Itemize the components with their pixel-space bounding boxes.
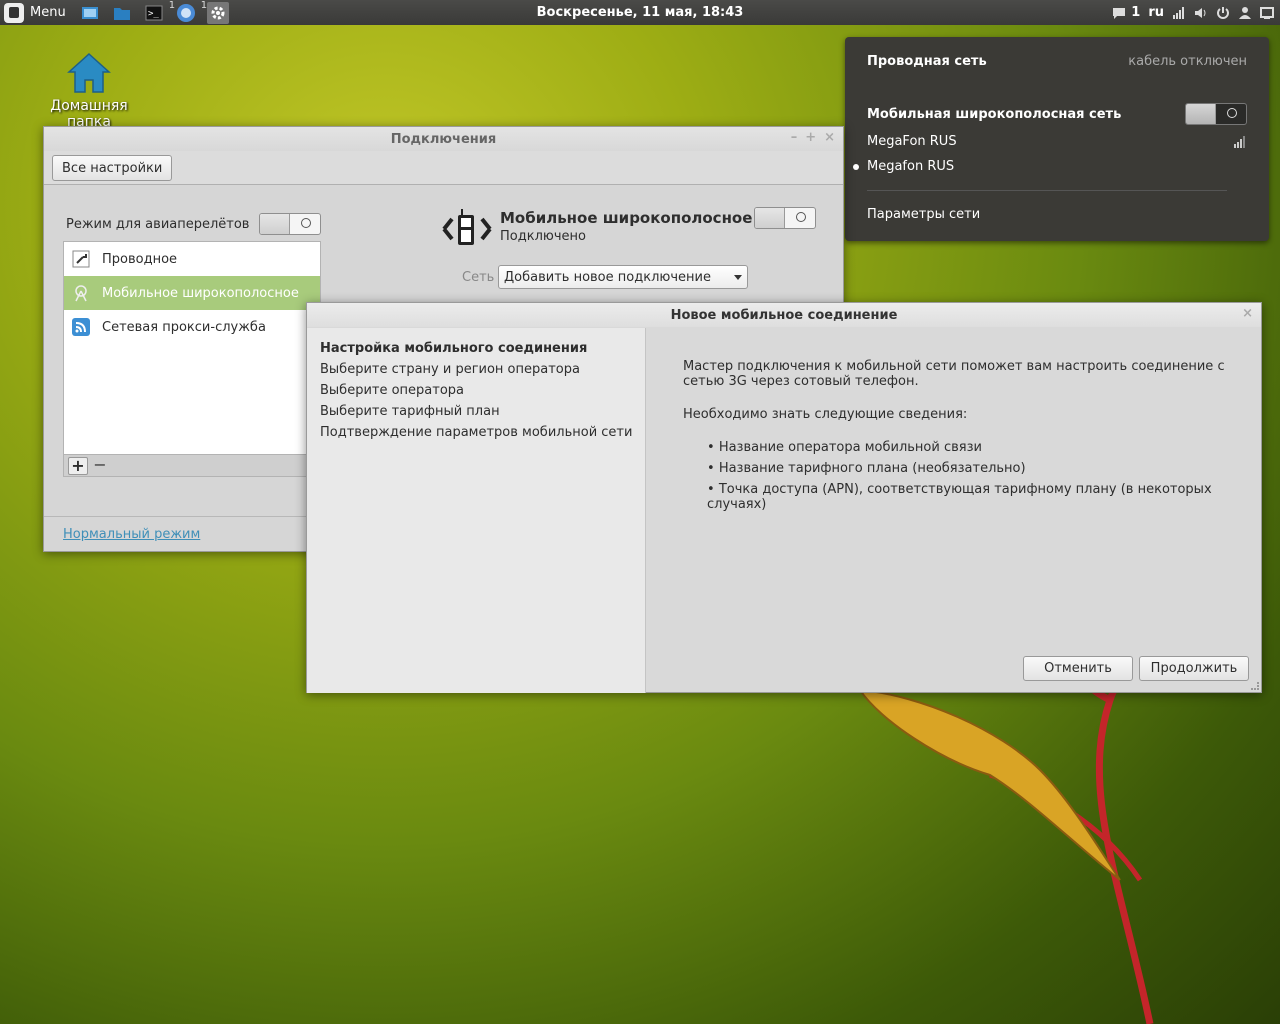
workspace-switcher-icon[interactable] (1260, 6, 1274, 20)
new-mobile-connection-dialog: Новое мобильное соединение × Настройка м… (306, 302, 1262, 693)
list-item: Название тарифного плана (необязательно) (707, 461, 1243, 482)
close-icon[interactable]: × (824, 130, 835, 145)
launcher-badge: 1 (200, 0, 208, 11)
mobile-broadband-status: Подключено (500, 229, 586, 244)
continue-button[interactable]: Продолжить (1139, 656, 1249, 681)
interface-list-toolbar: + − (63, 455, 321, 477)
dialog-titlebar[interactable]: Новое мобильное соединение × (307, 303, 1261, 327)
proxy-service-icon (70, 316, 92, 338)
window-title: Подключения (390, 131, 497, 147)
network-item-megafon-2[interactable]: Megafon RUS (867, 159, 1247, 174)
wizard-content: Мастер подключения к мобильной сети помо… (683, 359, 1243, 512)
wizard-steps: Настройка мобильного соединения Выберите… (307, 328, 646, 693)
wizard-intro-text: Мастер подключения к мобильной сети помо… (683, 359, 1225, 389)
list-item: Точка доступа (APN), соответствующая тар… (707, 482, 1243, 512)
plant-leaf (858, 688, 1121, 881)
remove-interface-button[interactable]: − (90, 456, 110, 475)
files-folder-icon[interactable] (111, 2, 133, 24)
wizard-step: Выберите оператора (320, 383, 465, 398)
popup-separator (867, 190, 1227, 191)
all-settings-button[interactable]: Все настройки (52, 155, 173, 181)
interface-label: Мобильное широкополосное (102, 285, 299, 301)
signal-strength-icon[interactable] (1172, 6, 1186, 20)
network-settings-label: Параметры сети (867, 207, 981, 222)
network-item-label: Megafon RUS (867, 159, 955, 174)
svg-text:>_: >_ (148, 9, 159, 19)
browser-icon[interactable]: 1 (169, 0, 197, 24)
add-interface-button[interactable]: + (68, 456, 88, 475)
top-panel: Menu >_ 1 1 Воскресенье, 11 мая, 18:43 1… (0, 0, 1280, 25)
dialog-actions: Отменить Продолжить (1023, 656, 1249, 681)
airplane-mode-label: Режим для авиаперелётов (66, 216, 250, 232)
wizard-step: Выберите страну и регион оператора (320, 362, 580, 377)
menu-label: Menu (30, 5, 66, 20)
requirements-list: Название оператора мобильной связи Назва… (683, 440, 1243, 512)
wired-network-icon (70, 248, 92, 270)
volume-icon[interactable] (1194, 6, 1208, 20)
mint-logo-icon (4, 2, 24, 23)
cancel-button[interactable]: Отменить (1023, 656, 1133, 681)
wired-network-status: кабель отключен (1128, 54, 1247, 69)
system-tray: 1 ru (1112, 0, 1274, 25)
wizard-step: Подтверждение параметров мобильной сети (320, 425, 633, 440)
interface-item-mobile[interactable]: Мобильное широкополосное (64, 276, 320, 310)
network-popup-menu: Проводная сеть кабель отключен Мобильная… (845, 37, 1269, 241)
mobile-network-row: Мобильная широкополосная сеть (867, 103, 1247, 125)
interface-label: Проводное (102, 251, 178, 267)
keyboard-layout[interactable]: ru (1148, 5, 1164, 20)
desktop-home-folder[interactable]: Домашняя папка (28, 52, 150, 130)
airplane-mode-row: Режим для авиаперелётов (66, 213, 322, 235)
network-item-megafon-1[interactable]: MegaFon RUS (867, 134, 1247, 149)
signal-bars-icon (1234, 135, 1245, 148)
wizard-step: Настройка мобильного соединения (320, 341, 588, 356)
network-select-label: Сеть (462, 269, 495, 285)
connections-titlebar[interactable]: Подключения – + × (44, 127, 843, 151)
network-settings-item[interactable]: Параметры сети (867, 207, 1247, 222)
active-network-bullet-icon (853, 164, 859, 170)
interface-label: Сетевая прокси-служба (102, 319, 266, 335)
mobile-broadband-header: Мобильное широкополосное Подключено (442, 207, 752, 251)
network-item-label: MegaFon RUS (867, 134, 957, 149)
dialog-title: Новое мобильное соединение (670, 307, 898, 323)
mobile-network-toggle[interactable] (1185, 103, 1247, 125)
minimize-icon[interactable]: – (791, 130, 798, 145)
connections-toolbar: Все настройки (44, 151, 843, 185)
menu-button[interactable]: Menu (0, 0, 74, 25)
notifications-applet[interactable]: 1 (1112, 5, 1140, 20)
close-icon[interactable]: × (1242, 306, 1253, 321)
normal-mode-link[interactable]: Нормальный режим (63, 527, 200, 542)
wizard-step: Выберите тарифный план (320, 404, 500, 419)
network-select[interactable]: Добавить новое подключение (498, 265, 748, 289)
mobile-network-label: Мобильная широкополосная сеть (867, 106, 1122, 122)
network-select-row: Сеть Добавить новое подключение (462, 265, 748, 289)
network-select-value: Добавить новое подключение (504, 269, 711, 285)
mobile-broadband-title: Мобильное широкополосное (500, 209, 753, 227)
mobile-broadband-icon (70, 282, 92, 304)
chevron-down-icon (734, 274, 742, 280)
resize-grip-icon[interactable] (1251, 682, 1259, 690)
wizard-info-heading: Необходимо знать следующие сведения: (683, 407, 968, 422)
wired-network-row: Проводная сеть кабель отключен (867, 54, 1247, 69)
notification-count: 1 (1131, 5, 1141, 20)
settings-gear-icon[interactable]: 1 (201, 0, 229, 24)
mobile-broadband-toggle[interactable] (754, 207, 816, 229)
interface-list: Проводное Мобильное широкополосное Сетев… (63, 241, 321, 455)
terminal-icon[interactable]: >_ (143, 2, 165, 24)
list-item: Название оператора мобильной связи (707, 440, 1243, 461)
chat-bubble-icon (1113, 7, 1126, 19)
home-folder-icon (67, 52, 111, 93)
wired-network-label: Проводная сеть (867, 54, 987, 69)
power-icon[interactable] (1216, 6, 1230, 20)
maximize-icon[interactable]: + (805, 130, 816, 145)
airplane-mode-toggle[interactable] (259, 213, 322, 235)
launcher-badge: 1 (168, 0, 176, 11)
mobile-phone-icon (442, 209, 492, 245)
show-desktop-icon[interactable] (79, 2, 101, 24)
user-icon[interactable] (1238, 6, 1252, 20)
interface-item-proxy[interactable]: Сетевая прокси-служба (64, 310, 320, 344)
interface-item-wired[interactable]: Проводное (64, 242, 320, 276)
